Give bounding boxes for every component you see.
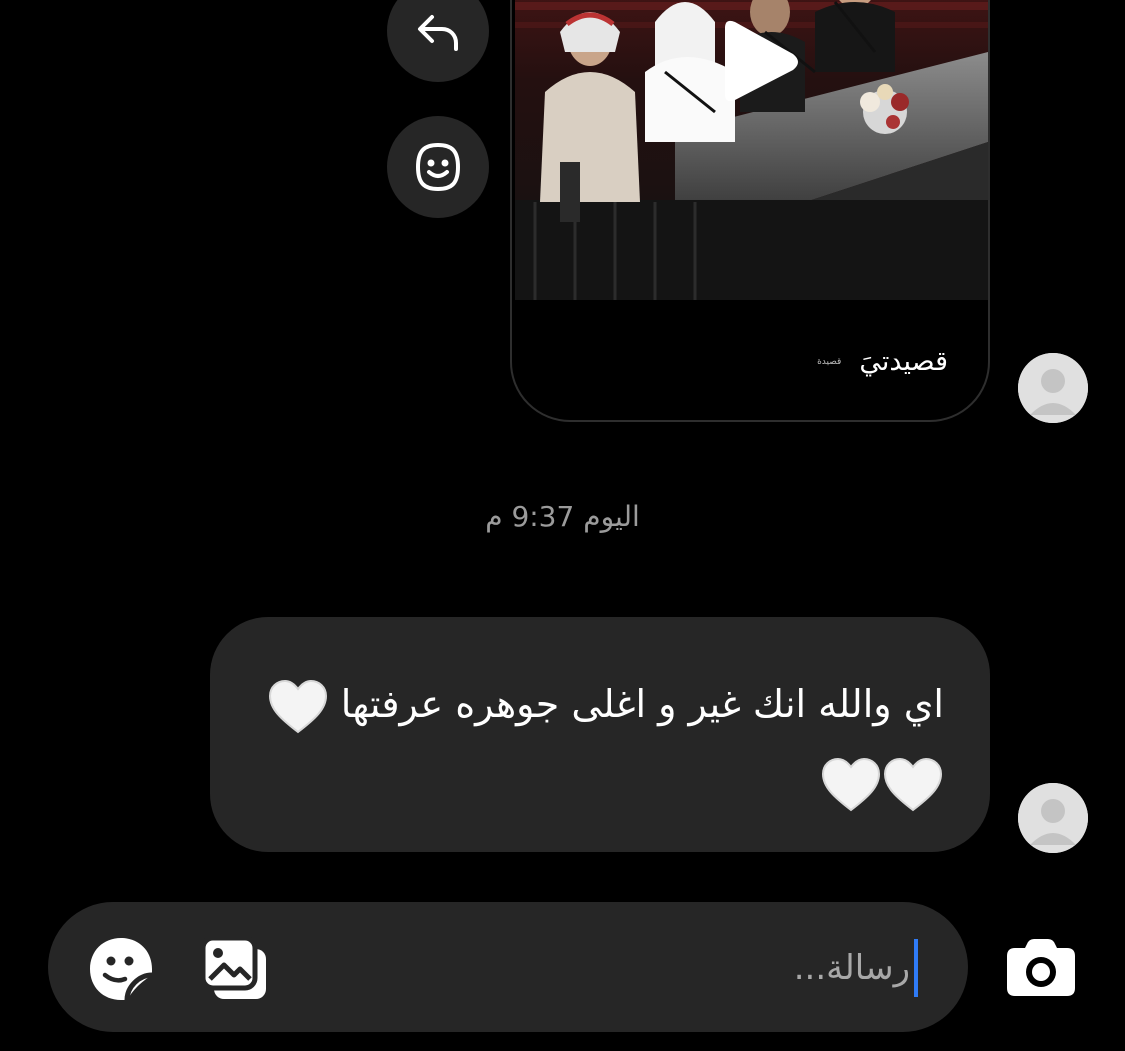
- gallery-button[interactable]: [200, 934, 270, 1004]
- sender-avatar[interactable]: [1018, 353, 1088, 423]
- avatar-placeholder-icon: [1018, 783, 1088, 853]
- white-heart-icon: [821, 757, 881, 811]
- camera-icon: [1007, 939, 1075, 996]
- video-frame-image: [515, 0, 988, 300]
- message-text-line: اي والله انك غير و اغلى جوهره عرفتها: [250, 665, 944, 821]
- post-video-thumbnail[interactable]: [515, 0, 988, 300]
- smiley-face-icon: [415, 142, 461, 192]
- reply-button[interactable]: [387, 0, 489, 82]
- message-composer[interactable]: رسالة...: [48, 902, 968, 1032]
- text-caret: [914, 939, 918, 997]
- sticker-icon: [90, 938, 153, 1001]
- gallery-icon: [200, 935, 266, 999]
- avatar-placeholder-icon: [1018, 353, 1088, 423]
- sender-avatar[interactable]: [1018, 783, 1088, 853]
- camera-button[interactable]: [1004, 936, 1078, 1000]
- post-caption: قصيدتيَ: [859, 346, 948, 377]
- post-author-label: قصيدة: [817, 356, 842, 367]
- message-text: اي والله انك غير و اغلى جوهره عرفتها: [340, 682, 944, 726]
- message-input[interactable]: رسالة...: [794, 938, 918, 998]
- sticker-button[interactable]: [86, 934, 156, 1004]
- white-heart-icon: [883, 757, 943, 811]
- shared-post-card[interactable]: قصيدتيَ قصيدة: [510, 0, 990, 422]
- message-bubble[interactable]: اي والله انك غير و اغلى جوهره عرفتها: [210, 617, 990, 852]
- reply-arrow-icon: [418, 15, 458, 51]
- chat-screen: قصيدتيَ قصيدة اليوم 9:37 م اي والله انك …: [0, 0, 1125, 1051]
- white-heart-icon: [268, 679, 327, 733]
- post-caption-row: قصيدتيَ قصيدة: [817, 346, 948, 377]
- message-timestamp: اليوم 9:37 م: [485, 500, 640, 533]
- message-input-placeholder: رسالة...: [793, 948, 910, 988]
- react-button[interactable]: [387, 116, 489, 218]
